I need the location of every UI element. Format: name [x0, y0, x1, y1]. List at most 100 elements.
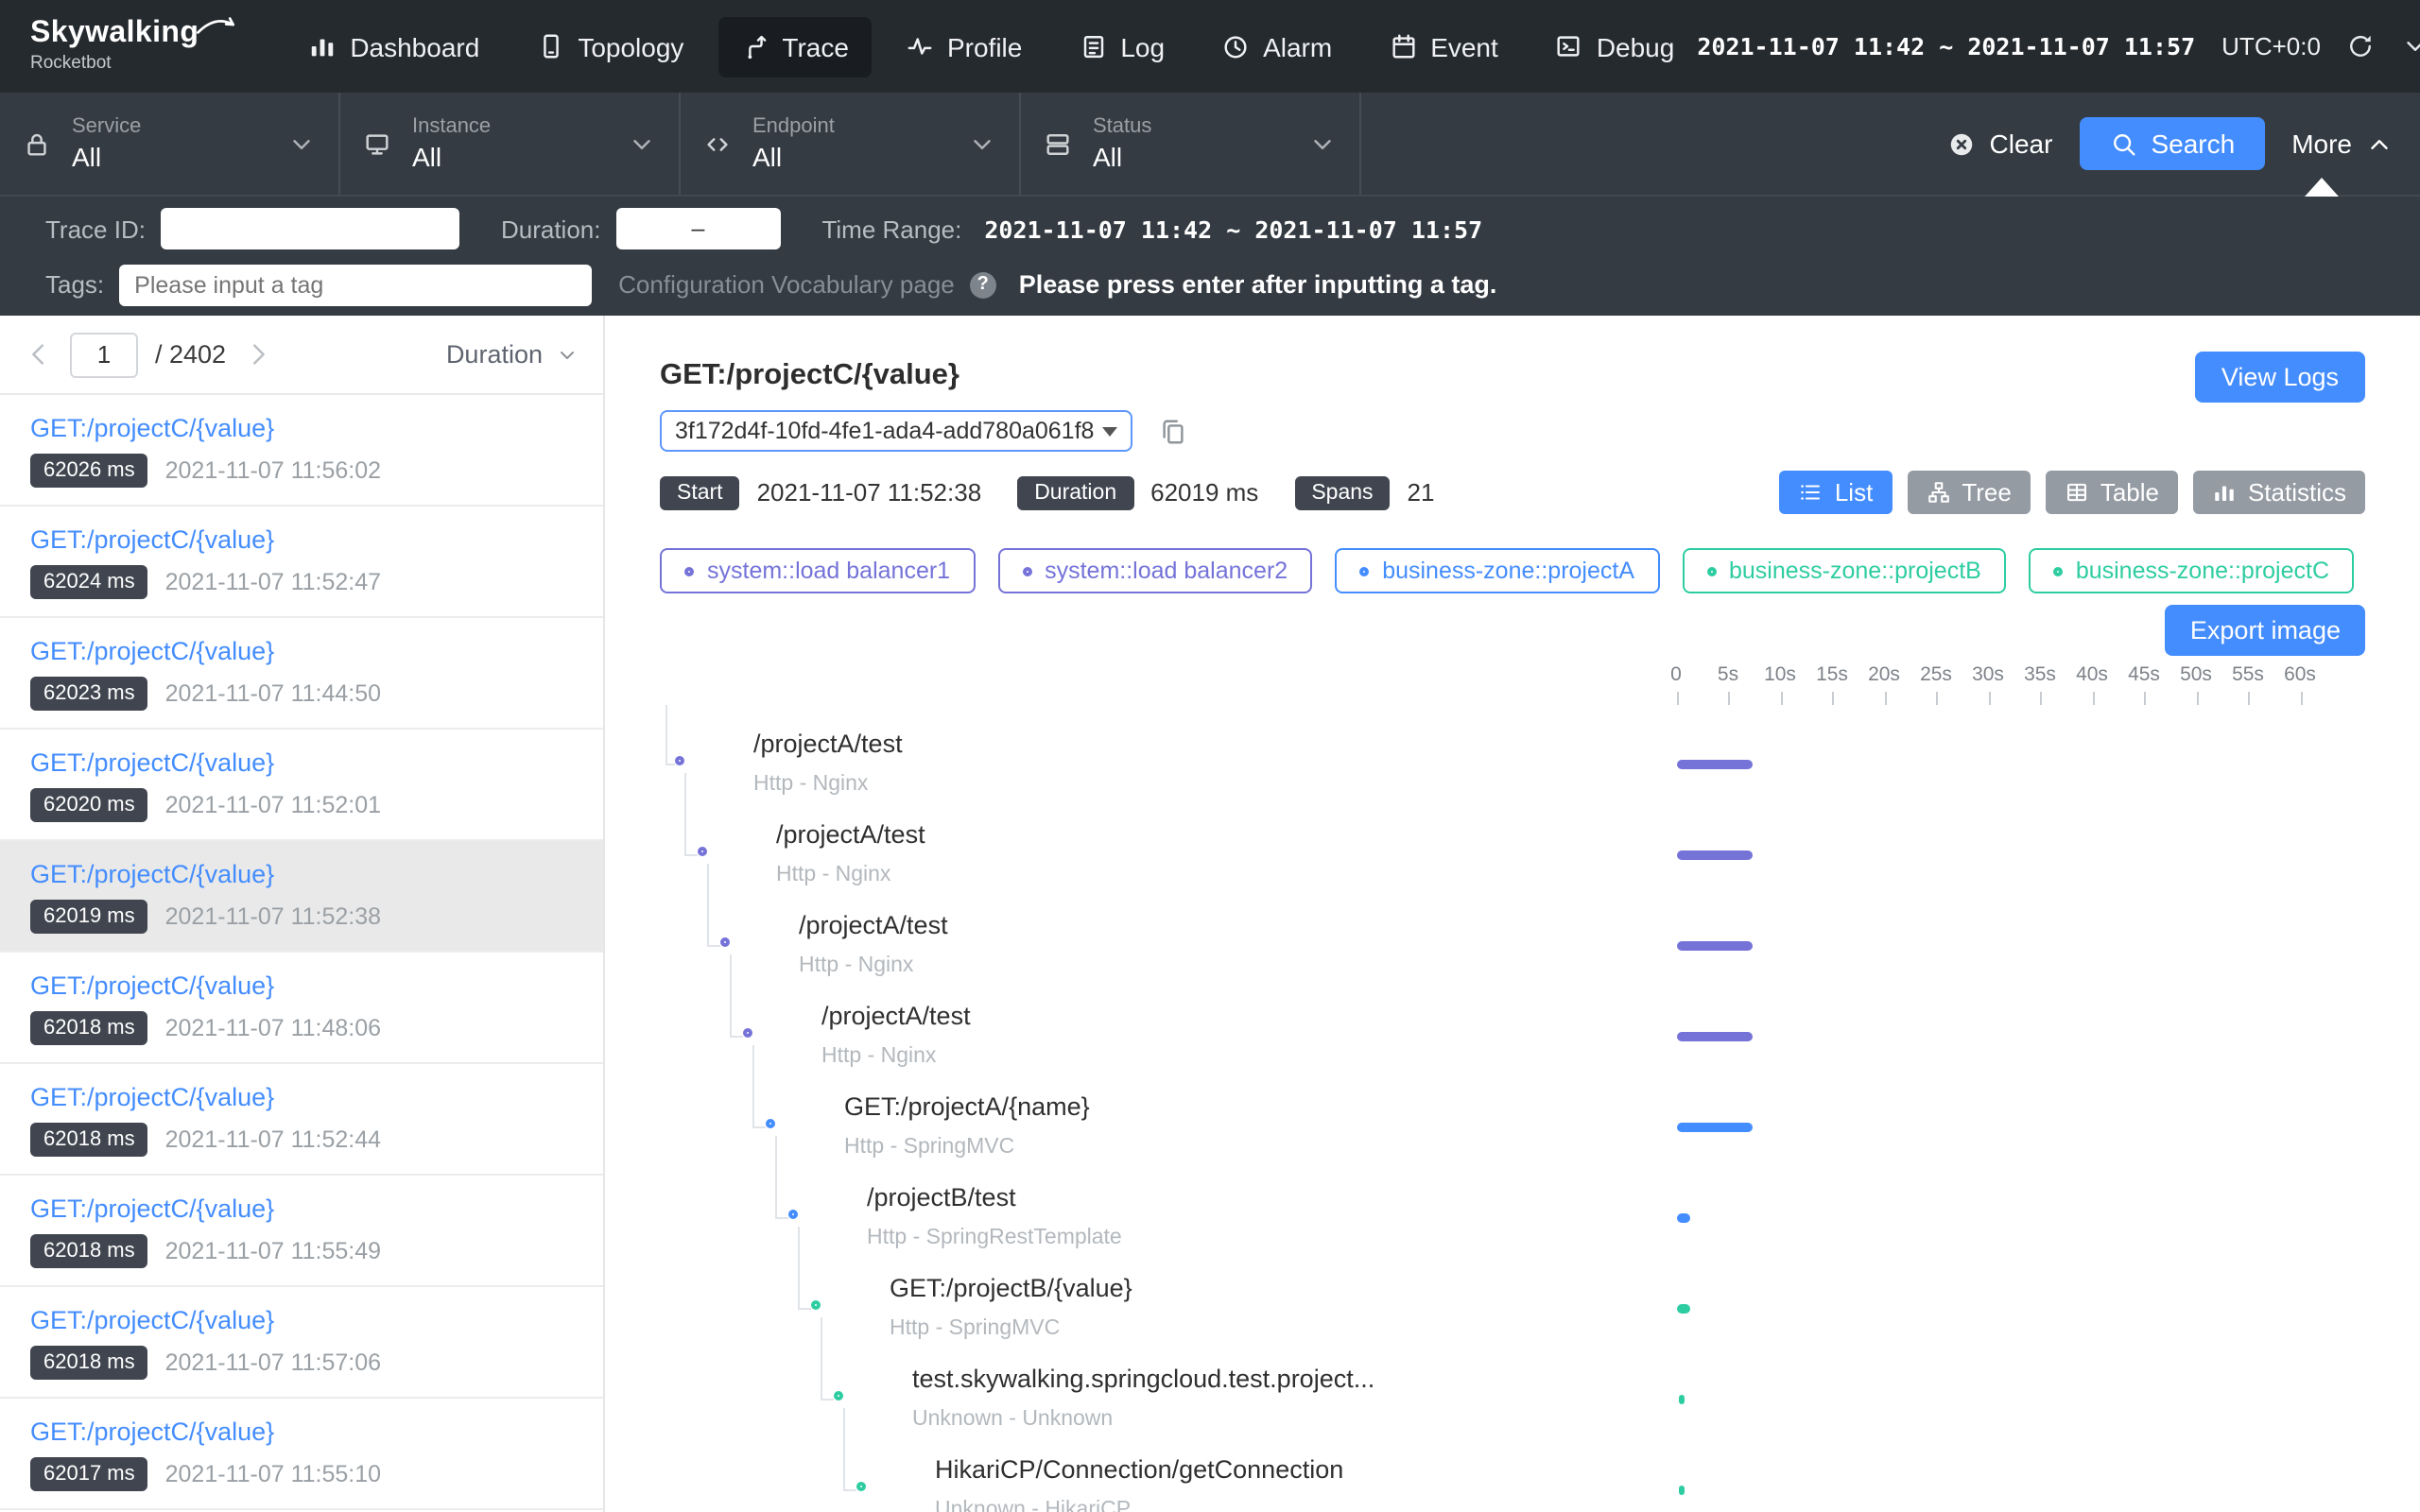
- next-page-button[interactable]: [243, 340, 271, 369]
- page-number-input[interactable]: 1: [70, 332, 138, 377]
- span-duration-bar[interactable]: [1676, 1123, 1752, 1132]
- time-range-value[interactable]: 2021-11-07 11:42 ~ 2021-11-07 11:57: [984, 215, 1482, 243]
- span-node-icon[interactable]: [811, 1300, 821, 1310]
- trace-endpoint-link[interactable]: GET:/projectC/{value}: [30, 748, 573, 777]
- trace-list-item[interactable]: GET:/projectC/{value}62018 ms2021-11-07 …: [0, 1176, 603, 1287]
- trace-endpoint-link[interactable]: GET:/projectC/{value}: [30, 414, 573, 442]
- trace-endpoint-link[interactable]: GET:/projectC/{value}: [30, 637, 573, 665]
- nav-item-topology[interactable]: Topology: [513, 16, 706, 77]
- nav-item-alarm[interactable]: Alarm: [1199, 16, 1355, 77]
- nav-item-label: Alarm: [1263, 31, 1332, 61]
- trace-endpoint-link[interactable]: GET:/projectC/{value}: [30, 1194, 573, 1223]
- nav-item-event[interactable]: Event: [1366, 16, 1521, 77]
- duration-input[interactable]: [615, 208, 780, 249]
- trace-span-row[interactable]: /projectA/testHttp - Nginx: [660, 818, 2365, 909]
- view-tree-button[interactable]: Tree: [1907, 471, 2031, 514]
- search-button[interactable]: Search: [2079, 117, 2265, 170]
- trace-id-label: Trace ID:: [45, 215, 146, 243]
- trace-span-row[interactable]: HikariCP/Connection/getConnectionUnknown…: [660, 1453, 2365, 1512]
- span-duration-bar[interactable]: [1678, 1395, 1684, 1404]
- span-node-icon[interactable]: [834, 1391, 843, 1400]
- trace-list-item[interactable]: GET:/projectC/{value}62017 ms2021-11-07 …: [0, 1399, 603, 1510]
- refresh-icon[interactable]: [2347, 32, 2376, 60]
- prev-page-button[interactable]: [25, 340, 53, 369]
- span-endpoint-name: /projectA/test: [753, 730, 903, 758]
- trace-span-row[interactable]: /projectA/testHttp - Nginx: [660, 909, 2365, 1000]
- filter-selector-status[interactable]: StatusAll: [1021, 93, 1361, 195]
- trace-endpoint-link[interactable]: GET:/projectC/{value}: [30, 525, 573, 554]
- trace-span-row[interactable]: /projectA/testHttp - Nginx: [660, 728, 2365, 818]
- clear-button[interactable]: Clear: [1948, 129, 2053, 159]
- filter-selector-endpoint[interactable]: EndpointAll: [681, 93, 1021, 195]
- trace-id-input[interactable]: [161, 208, 459, 249]
- trace-list-item[interactable]: GET:/projectC/{value}62023 ms2021-11-07 …: [0, 618, 603, 730]
- trace-endpoint-link[interactable]: GET:/projectC/{value}: [30, 1083, 573, 1111]
- trace-duration-badge: 62023 ms: [30, 677, 148, 711]
- span-node-icon[interactable]: [698, 847, 707, 856]
- trace-endpoint-link[interactable]: GET:/projectC/{value}: [30, 1306, 573, 1334]
- span-node-icon[interactable]: [720, 937, 730, 947]
- trace-span-row[interactable]: GET:/projectB/{value}Http - SpringMVC: [660, 1272, 2365, 1363]
- trace-list-item[interactable]: GET:/projectC/{value}62019 ms2021-11-07 …: [0, 841, 603, 953]
- legend-label: business-zone::projectC: [2076, 558, 2329, 584]
- trace-list-item[interactable]: GET:/projectC/{value}62026 ms2021-11-07 …: [0, 395, 603, 507]
- tags-input[interactable]: [119, 264, 592, 305]
- legend-pill[interactable]: business-zone::projectA: [1335, 548, 1659, 593]
- span-node-icon[interactable]: [675, 756, 684, 765]
- vocabulary-page-link[interactable]: Configuration Vocabulary page: [618, 270, 955, 299]
- trace-endpoint-link[interactable]: GET:/projectC/{value}: [30, 971, 573, 1000]
- nav-item-profile[interactable]: Profile: [883, 16, 1045, 77]
- trace-list-item[interactable]: GET:/projectC/{value}62018 ms2021-11-07 …: [0, 1064, 603, 1176]
- trace-list-item[interactable]: GET:/projectC/{value}62018 ms2021-11-07 …: [0, 1287, 603, 1399]
- trace-list-item[interactable]: GET:/projectC/{value}62018 ms2021-11-07 …: [0, 953, 603, 1064]
- trace-span-row[interactable]: /projectB/testHttp - SpringRestTemplate: [660, 1181, 2365, 1272]
- view-button-label: List: [1835, 478, 1873, 507]
- span-duration-bar[interactable]: [1676, 1032, 1752, 1041]
- nav-item-trace[interactable]: Trace: [717, 16, 872, 77]
- view-list-button[interactable]: List: [1780, 471, 1892, 514]
- span-duration-bar[interactable]: [1678, 1486, 1684, 1495]
- trace-span-row[interactable]: /projectA/testHttp - Nginx: [660, 1000, 2365, 1091]
- legend-pill[interactable]: business-zone::projectB: [1682, 548, 2006, 593]
- span-duration-bar[interactable]: [1676, 760, 1752, 769]
- trace-timestamp: 2021-11-07 11:56:02: [165, 457, 381, 484]
- more-button[interactable]: More: [2291, 129, 2394, 159]
- span-duration-bar[interactable]: [1676, 941, 1752, 951]
- export-image-button[interactable]: Export image: [2166, 605, 2365, 656]
- span-duration-bar[interactable]: [1677, 1304, 1689, 1314]
- span-node-icon[interactable]: [856, 1482, 866, 1491]
- view-table-button[interactable]: Table: [2046, 471, 2178, 514]
- nav-item-debug[interactable]: Debug: [1532, 16, 1698, 77]
- trace-id-select[interactable]: 3f172d4f-10fd-4fe1-ada4-add780a061f8: [660, 410, 1132, 452]
- axis-tick-label: 60s: [2284, 663, 2316, 686]
- trace-span-row[interactable]: test.skywalking.springcloud.test.project…: [660, 1363, 2365, 1453]
- legend-pill[interactable]: business-zone::projectC: [2029, 548, 2354, 593]
- global-time-range[interactable]: 2021-11-07 11:42 ~ 2021-11-07 11:57: [1697, 32, 2195, 60]
- span-duration-bar[interactable]: [1676, 850, 1752, 860]
- legend-pill[interactable]: system::load balancer1: [660, 548, 975, 593]
- sort-select[interactable]: Duration: [446, 340, 579, 369]
- chevron-down-icon[interactable]: [2402, 32, 2420, 60]
- trace-span-row[interactable]: GET:/projectA/{name}Http - SpringMVC: [660, 1091, 2365, 1181]
- logo[interactable]: Skywalking Rocketbot: [30, 20, 236, 74]
- span-node-icon[interactable]: [743, 1028, 752, 1038]
- timezone-label[interactable]: UTC+0:0: [2221, 32, 2321, 60]
- trace-list-item[interactable]: GET:/projectC/{value}62024 ms2021-11-07 …: [0, 507, 603, 618]
- view-statistics-button[interactable]: Statistics: [2193, 471, 2365, 514]
- copy-trace-id-icon[interactable]: [1159, 417, 1187, 445]
- nav-item-dashboard[interactable]: Dashboard: [285, 16, 502, 77]
- view-logs-button[interactable]: View Logs: [2195, 351, 2365, 402]
- nav-item-log[interactable]: Log: [1056, 16, 1187, 77]
- filter-selector-service[interactable]: ServiceAll: [0, 93, 340, 195]
- tree-connector: [797, 1308, 810, 1310]
- span-duration-bar[interactable]: [1676, 1213, 1689, 1223]
- legend-pill[interactable]: system::load balancer2: [997, 548, 1312, 593]
- filter-selector-instance[interactable]: InstanceAll: [340, 93, 681, 195]
- tree-connector: [706, 864, 708, 945]
- trace-endpoint-link[interactable]: GET:/projectC/{value}: [30, 860, 573, 888]
- trace-list-item[interactable]: GET:/projectC/{value}62020 ms2021-11-07 …: [0, 730, 603, 841]
- span-node-icon[interactable]: [766, 1119, 775, 1128]
- help-icon[interactable]: ?: [970, 271, 996, 298]
- span-node-icon[interactable]: [788, 1210, 798, 1219]
- trace-endpoint-link[interactable]: GET:/projectC/{value}: [30, 1418, 573, 1446]
